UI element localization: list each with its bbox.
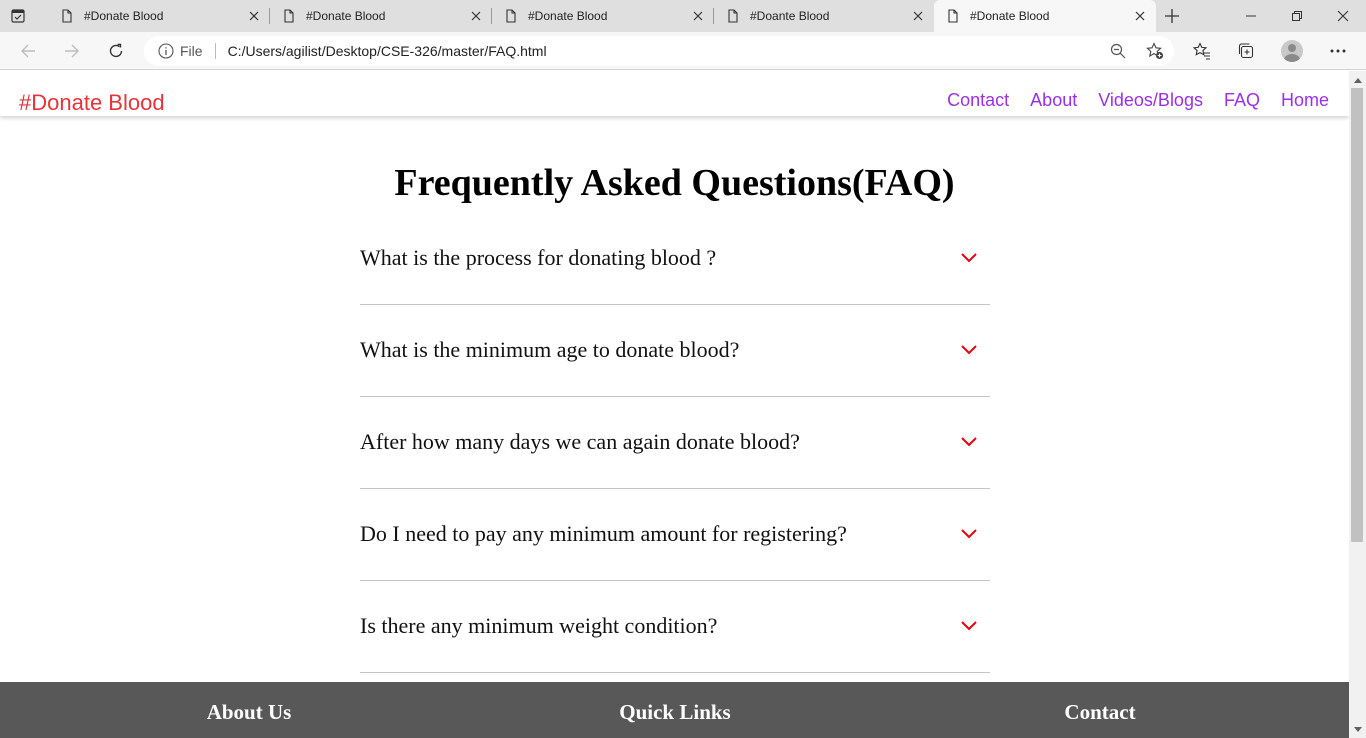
- reload-icon[interactable]: [102, 37, 130, 65]
- chevron-down-icon[interactable]: [960, 251, 978, 263]
- restore-icon[interactable]: [1274, 0, 1320, 32]
- tab-title: #Donate Blood: [528, 9, 608, 23]
- close-tab-icon[interactable]: [246, 8, 262, 24]
- url-text[interactable]: C:/Users/agilist/Desktop/CSE-326/master/…: [228, 43, 547, 59]
- document-icon: [284, 9, 294, 23]
- nav-link-home[interactable]: Home: [1281, 90, 1329, 111]
- faq-item[interactable]: Is there any minimum weight condition?: [360, 581, 990, 673]
- faq-question[interactable]: What is the minimum age to donate blood?: [360, 337, 739, 363]
- close-tab-icon[interactable]: [910, 8, 926, 24]
- close-window-icon[interactable]: [1320, 0, 1366, 32]
- scroll-up-arrow-icon[interactable]: [1349, 71, 1366, 88]
- browser-tab[interactable]: #Donate Blood: [270, 0, 492, 32]
- browser-tab-active[interactable]: #Donate Blood: [934, 0, 1156, 32]
- faq-item[interactable]: What is the process for donating blood ?: [360, 213, 990, 305]
- footer-heading-contact: Contact: [1064, 700, 1136, 724]
- minimize-icon[interactable]: [1228, 0, 1274, 32]
- close-tab-icon[interactable]: [690, 8, 706, 24]
- faq-question[interactable]: After how many days we can again donate …: [360, 429, 800, 455]
- page-viewport: #Donate Blood Contact About Videos/Blogs…: [0, 71, 1349, 738]
- forward-arrow-icon[interactable]: [58, 37, 86, 65]
- nav-link-about[interactable]: About: [1030, 90, 1077, 111]
- document-icon: [62, 9, 72, 23]
- tab-title: #Donate Blood: [306, 9, 386, 23]
- page-title: Frequently Asked Questions(FAQ): [394, 162, 955, 204]
- nav-link-faq[interactable]: FAQ: [1224, 90, 1260, 111]
- collections-icon[interactable]: [1232, 37, 1260, 65]
- chevron-down-icon[interactable]: [960, 619, 978, 631]
- browser-tab[interactable]: #Donate Blood: [48, 0, 270, 32]
- faq-accordion: What is the process for donating blood ?…: [360, 213, 990, 673]
- document-icon: [948, 9, 958, 23]
- faq-question[interactable]: What is the process for donating blood ?: [360, 245, 716, 271]
- browser-tab-strip: #Donate Blood #Donate Blood #Donate Bloo…: [0, 0, 1366, 32]
- close-tab-icon[interactable]: [1132, 8, 1148, 24]
- tab-title: #Donate Blood: [970, 9, 1050, 23]
- more-options-icon[interactable]: [1324, 37, 1352, 65]
- tab-title: #Doante Blood: [750, 9, 830, 23]
- chevron-down-icon[interactable]: [960, 343, 978, 355]
- chevron-down-icon[interactable]: [960, 435, 978, 447]
- footer-heading-quick-links: Quick Links: [619, 700, 731, 724]
- add-favorite-icon[interactable]: [1146, 42, 1164, 60]
- profile-avatar-icon[interactable]: [1278, 37, 1306, 65]
- site-navbar: #Donate Blood Contact About Videos/Blogs…: [0, 71, 1349, 116]
- scroll-down-arrow-icon[interactable]: [1349, 721, 1366, 738]
- tab-title: #Donate Blood: [84, 9, 164, 23]
- nav-link-videos-blogs[interactable]: Videos/Blogs: [1098, 90, 1203, 111]
- scrollbar-thumb[interactable]: [1351, 88, 1363, 542]
- close-tab-icon[interactable]: [468, 8, 484, 24]
- zoom-out-icon[interactable]: [1110, 43, 1126, 59]
- browser-tab[interactable]: #Doante Blood: [714, 0, 934, 32]
- favorites-icon[interactable]: [1188, 37, 1216, 65]
- footer-heading-about-us: About Us: [206, 700, 292, 724]
- back-arrow-icon[interactable]: [14, 37, 42, 65]
- faq-question[interactable]: Do I need to pay any minimum amount for …: [360, 521, 847, 547]
- document-icon: [728, 9, 738, 23]
- faq-question[interactable]: Is there any minimum weight condition?: [360, 613, 717, 639]
- scheme-label: File: [180, 43, 203, 59]
- faq-item[interactable]: Do I need to pay any minimum amount for …: [360, 489, 990, 581]
- site-footer: About Us Quick Links Contact: [0, 682, 1349, 738]
- faq-item[interactable]: After how many days we can again donate …: [360, 397, 990, 489]
- address-divider: [214, 43, 216, 59]
- site-nav-links: Contact About Videos/Blogs FAQ Home: [947, 90, 1329, 111]
- new-tab-icon[interactable]: [1162, 6, 1182, 26]
- browser-toolbar: File C:/Users/agilist/Desktop/CSE-326/ma…: [0, 32, 1366, 70]
- address-bar[interactable]: File C:/Users/agilist/Desktop/CSE-326/ma…: [144, 36, 1174, 66]
- tab-actions-icon[interactable]: [8, 6, 28, 26]
- document-icon: [506, 9, 516, 23]
- page-scrollbar[interactable]: [1349, 71, 1366, 738]
- site-brand-logo[interactable]: #Donate Blood: [19, 90, 165, 116]
- faq-item[interactable]: What is the minimum age to donate blood?: [360, 305, 990, 397]
- nav-link-contact[interactable]: Contact: [947, 90, 1009, 111]
- info-icon[interactable]: [158, 43, 174, 59]
- browser-tab[interactable]: #Donate Blood: [492, 0, 714, 32]
- chevron-down-icon[interactable]: [960, 527, 978, 539]
